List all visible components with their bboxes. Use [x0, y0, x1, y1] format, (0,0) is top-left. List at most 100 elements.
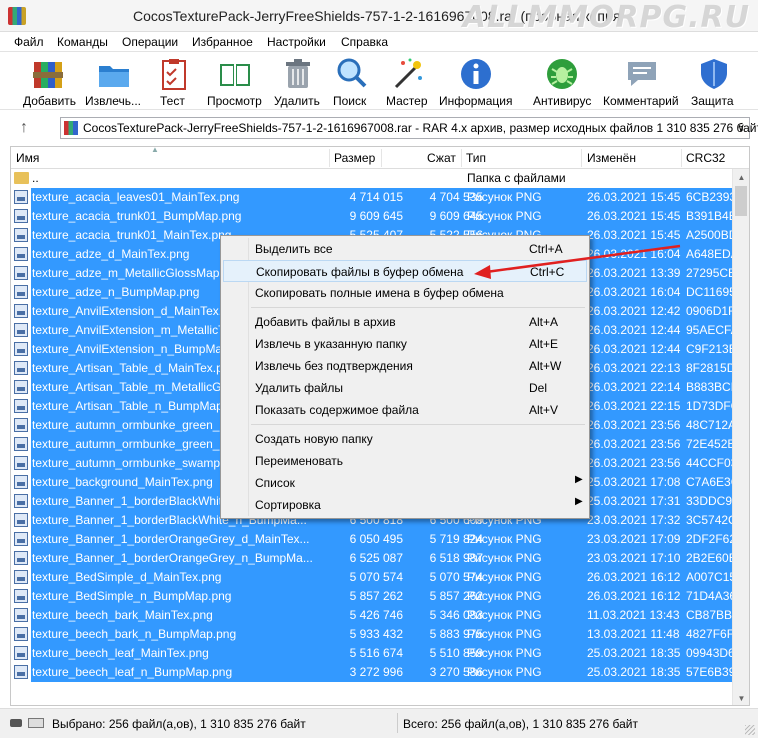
row-size: 4 714 015 [349, 190, 403, 204]
column-divider[interactable] [681, 149, 682, 167]
context-menu-item[interactable]: Выделить все Ctrl+A [223, 238, 587, 260]
png-file-icon [14, 399, 28, 413]
add-archive-icon [33, 62, 63, 88]
row-crc32: 57E6B39 [686, 665, 736, 679]
row-crc32: CB87BB6 [686, 608, 736, 622]
menu-file[interactable]: Файл [14, 35, 44, 49]
row-type: Рисунок PNG [467, 646, 542, 660]
row-modified: 26.03.2021 12:44 [587, 323, 681, 337]
column-type[interactable]: Тип [466, 151, 486, 165]
delete-button[interactable]: Удалить [272, 52, 324, 110]
menu-favorites[interactable]: Избранное [192, 35, 253, 49]
vertical-scrollbar[interactable]: ▲ ▼ [732, 169, 749, 705]
row-crc32: 09943D6 [686, 646, 735, 660]
png-file-icon [14, 646, 28, 660]
view-button[interactable]: Просмотр [204, 52, 266, 110]
row-modified: 26.03.2021 23:56 [587, 418, 681, 432]
context-menu-item[interactable]: Создать новую папку [223, 428, 587, 450]
menu-item-shortcut: Ctrl+A [529, 242, 563, 256]
file-row[interactable]: texture_Banner_1_borderOrangeGrey_n_Bump… [11, 549, 736, 568]
row-type: Рисунок PNG [467, 608, 542, 622]
png-file-icon [14, 494, 28, 508]
chevron-down-icon[interactable]: ∨ [737, 121, 745, 134]
row-size: 5 516 674 [349, 646, 403, 660]
extract-button[interactable]: Извлечь... [82, 52, 148, 110]
scroll-up-icon[interactable]: ▲ [733, 169, 749, 186]
comment-label: Комментарий [603, 94, 679, 108]
scroll-down-icon[interactable]: ▼ [733, 690, 749, 705]
menu-commands[interactable]: Команды [57, 35, 108, 49]
key-icon [10, 719, 22, 727]
context-menu-item[interactable]: Извлечь в указанную папку Alt+E [223, 333, 587, 355]
antivirus-button[interactable]: Антивирус [530, 52, 596, 110]
comment-button[interactable]: Комментарий [600, 52, 684, 110]
column-divider[interactable] [329, 149, 330, 167]
file-row[interactable]: texture_beech_leaf_MainTex.png 5 516 674 5… [11, 644, 735, 663]
status-bar: Выбрано: 256 файл(а,ов), 1 310 835 276 б… [0, 708, 758, 738]
context-menu-item[interactable]: Добавить файлы в архив Alt+A [223, 311, 587, 333]
png-file-icon [14, 456, 28, 470]
file-row[interactable]: texture_beech_bark_MainTex.png 5 426 746 5… [11, 606, 736, 625]
column-divider[interactable] [581, 149, 582, 167]
row-name: texture_beech_bark_MainTex.png [32, 608, 213, 622]
row-name: texture_beech_leaf_MainTex.png [32, 646, 209, 660]
row-crc32: C7A6E3C [686, 475, 736, 489]
row-crc32: 72E452E [686, 437, 736, 451]
context-menu-item[interactable]: Переименовать [223, 450, 587, 472]
context-menu-item[interactable]: Извлечь без подтверждения Alt+W [223, 355, 587, 377]
toolbar: Добавить Извлечь... Тест Просмотр Удалит… [0, 52, 758, 110]
parent-folder-row[interactable]: .. Папка с файлами [11, 169, 733, 188]
file-row[interactable]: texture_acacia_trunk01_BumpMap.png 9 609 … [11, 207, 736, 226]
context-menu-item[interactable]: Скопировать полные имена в буфер обмена [223, 282, 587, 304]
row-crc32: 4827F6F [686, 627, 735, 641]
column-name[interactable]: Имя [16, 151, 39, 165]
protect-button[interactable]: Защита [688, 52, 740, 110]
menu-operations[interactable]: Операции [122, 35, 178, 49]
column-packed[interactable]: Сжат [427, 151, 456, 165]
column-divider[interactable] [381, 149, 382, 167]
row-crc32: 27295CB [686, 266, 736, 280]
row-modified: 26.03.2021 22:13 [587, 361, 681, 375]
context-menu-item[interactable]: Сортировка ▶ [223, 494, 587, 516]
file-row[interactable]: texture_Banner_1_borderOrangeGrey_d_Main… [11, 530, 736, 549]
row-name: .. [32, 171, 39, 185]
wizard-button[interactable]: Мастер [384, 52, 432, 110]
menu-item-label: Извлечь в указанную папку [255, 337, 407, 351]
file-row[interactable]: texture_beech_leaf_n_BumpMap.png 3 272 99… [11, 663, 736, 682]
png-file-icon [14, 247, 28, 261]
context-menu-item[interactable]: Удалить файлы Del [223, 377, 587, 399]
file-row[interactable]: texture_BedSimple_d_MainTex.png 5 070 574… [11, 568, 736, 587]
menu-help[interactable]: Справка [341, 35, 388, 49]
search-button[interactable]: Поиск [330, 52, 374, 110]
row-name: texture_BedSimple_n_BumpMap.png [32, 589, 232, 603]
row-size: 5 857 262 [349, 589, 403, 603]
png-file-icon [14, 342, 28, 356]
test-button[interactable]: Тест [152, 52, 196, 110]
column-crc32[interactable]: CRC32 [686, 151, 725, 165]
context-menu-item[interactable]: Список ▶ [223, 472, 587, 494]
path-combobox[interactable]: CocosTexturePack-JerryFreeShields-757-1-… [60, 117, 758, 139]
extract-label: Извлечь... [85, 94, 142, 108]
column-divider[interactable] [461, 149, 462, 167]
row-crc32: 2B2E60E [686, 551, 736, 565]
delete-label: Удалить [274, 94, 320, 108]
file-row[interactable]: texture_acacia_leaves01_MainTex.png 4 714… [11, 188, 736, 207]
column-modified[interactable]: Изменён [587, 151, 636, 165]
context-menu-item[interactable]: Скопировать файлы в буфер обмена Ctrl+C [223, 260, 587, 282]
context-menu-item[interactable]: Показать содержимое файла Alt+V [223, 399, 587, 421]
row-modified: 26.03.2021 15:45 [587, 209, 681, 223]
row-size: 3 272 996 [349, 665, 403, 679]
add-button[interactable]: Добавить [20, 52, 80, 110]
scroll-thumb[interactable] [735, 186, 747, 216]
info-button[interactable]: Информация [436, 52, 518, 110]
menu-item-label: Извлечь без подтверждения [255, 359, 413, 373]
menu-settings[interactable]: Настройки [267, 35, 326, 49]
resize-grip[interactable] [745, 725, 755, 735]
column-size[interactable]: Размер [334, 151, 375, 165]
png-file-icon [14, 304, 28, 318]
up-arrow-icon[interactable]: ↑ [20, 119, 28, 137]
wizard-label: Мастер [386, 94, 428, 108]
row-modified: 23.03.2021 17:32 [587, 513, 681, 527]
file-row[interactable]: texture_beech_bark_n_BumpMap.png 5 933 43… [11, 625, 735, 644]
file-row[interactable]: texture_BedSimple_n_BumpMap.png 5 857 262… [11, 587, 736, 606]
